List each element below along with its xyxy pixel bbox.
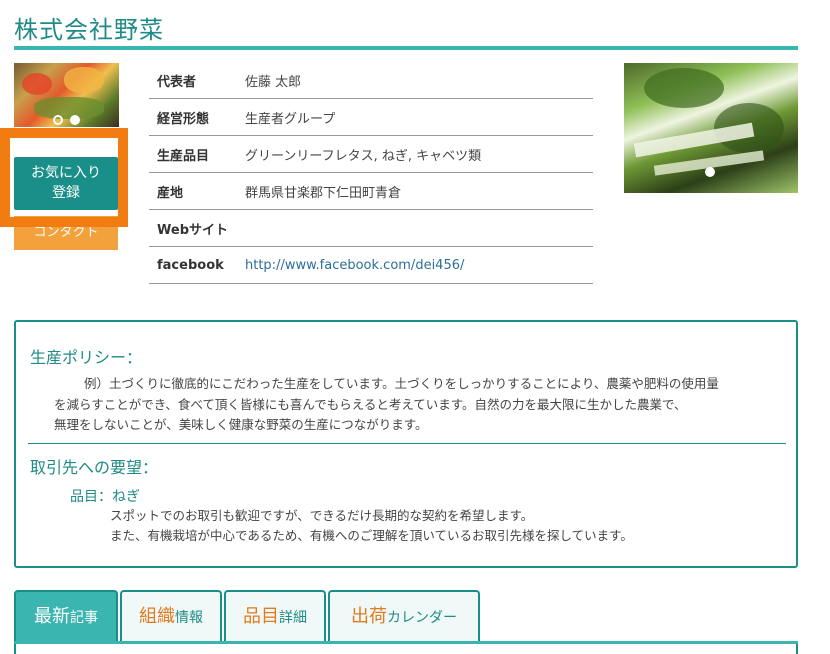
profile-label: facebook <box>157 257 224 273</box>
request-heading: 取引先への要望： <box>30 458 159 477</box>
policy-box: 生産ポリシー： 例）土づくりに徹底的にこだわった生産をしています。土づくりをしっ… <box>14 320 798 568</box>
request-item: 品目：ねぎ <box>70 489 140 505</box>
page-title: 株式会社野菜 <box>14 16 164 44</box>
profile-table: 代表者 佐藤 太郎 経営形態 生産者グループ 生産品目 グリーンリーフレタス, … <box>149 62 593 284</box>
policy-line: を減らすことができ、食べて頂く皆様にも喜んでもらえると考えています。自然の力を最… <box>54 396 687 412</box>
contact-button[interactable]: コンタクト <box>14 216 118 250</box>
product-image-carousel[interactable] <box>14 63 119 127</box>
profile-value: 生産者グループ <box>245 111 336 127</box>
profile-value: http://www.facebook.com/dei456/ <box>245 258 464 273</box>
policy-line: 無理をしないことが、美味しく健康な野菜の生産につながります。 <box>54 417 428 432</box>
vegetable-shape <box>64 67 104 93</box>
tab-label-sub: カレンダー <box>387 610 457 626</box>
request-text: スポットでのお取引も歓迎ですが、できるだけ長期的な契約を希望します。 また、有機… <box>110 506 633 546</box>
tab-label-main: 最新 <box>34 606 70 627</box>
policy-line: 例）土づくりに徹底的にこだわった生産をしています。土づくりをしっかりすることによ… <box>84 376 719 391</box>
tab-underline <box>14 641 798 644</box>
tab-shipping-calendar[interactable]: 出荷カレンダー <box>328 590 480 642</box>
profile-value: グリーンリーフレタス, ねぎ, キャベツ類 <box>245 148 482 164</box>
carousel-dot[interactable] <box>53 115 63 125</box>
panel-border <box>796 644 798 654</box>
favorite-button-label: お気に入り登録 <box>31 165 101 201</box>
vegetable-shape <box>644 68 724 108</box>
profile-row: 経営形態 生産者グループ <box>149 99 593 136</box>
profile-value: 群馬県甘楽郡下仁田町青倉 <box>245 185 402 201</box>
farm-photo-carousel[interactable] <box>624 63 798 193</box>
tab-label-sub: 情報 <box>175 610 203 626</box>
tab-product-details[interactable]: 品目詳細 <box>224 590 326 642</box>
request-line: また、有機栽培が中心であるため、有機へのご理解を頂いているお取引先様を探していま… <box>110 528 633 543</box>
profile-label: 経営形態 <box>157 111 210 127</box>
profile-label: 産地 <box>157 185 184 201</box>
policy-text: 例）土づくりに徹底的にこだわった生産をしています。土づくりをしっかりすることによ… <box>54 374 778 436</box>
carousel-dot-active[interactable] <box>70 115 80 125</box>
request-line: スポットでのお取引も歓迎ですが、できるだけ長期的な契約を希望します。 <box>110 508 534 523</box>
profile-row: Webサイト <box>149 210 593 247</box>
tab-label-sub: 記事 <box>70 610 98 626</box>
tab-label-main: 品目 <box>243 606 279 627</box>
profile-row: 生産品目 グリーンリーフレタス, ねぎ, キャベツ類 <box>149 136 593 173</box>
section-divider <box>28 443 786 444</box>
facebook-link[interactable]: http://www.facebook.com/dei456/ <box>245 258 464 273</box>
profile-label: 生産品目 <box>157 148 210 164</box>
vegetable-shape <box>34 97 104 119</box>
vegetable-shape <box>22 73 52 95</box>
profile-label: Webサイト <box>157 222 228 238</box>
content-tabs: 最新記事 組織情報 品目詳細 出荷カレンダー <box>14 590 798 654</box>
tab-label-main: 組織 <box>139 606 175 627</box>
profile-value: 佐藤 太郎 <box>245 74 302 90</box>
profile-row: 代表者 佐藤 太郎 <box>149 62 593 99</box>
profile-label: 代表者 <box>157 74 197 90</box>
carousel-dot-active[interactable] <box>705 167 715 177</box>
favorite-register-button[interactable]: お気に入り登録 <box>14 157 118 210</box>
profile-row: facebook http://www.facebook.com/dei456/ <box>149 247 593 284</box>
tab-latest-articles[interactable]: 最新記事 <box>14 590 118 642</box>
title-underline <box>14 46 798 50</box>
tab-label-sub: 詳細 <box>279 610 307 626</box>
tab-organization-info[interactable]: 組織情報 <box>120 590 222 642</box>
profile-row: 産地 群馬県甘楽郡下仁田町青倉 <box>149 173 593 210</box>
panel-border <box>14 644 16 654</box>
tab-label-main: 出荷 <box>351 606 387 627</box>
policy-heading: 生産ポリシー： <box>30 348 143 367</box>
